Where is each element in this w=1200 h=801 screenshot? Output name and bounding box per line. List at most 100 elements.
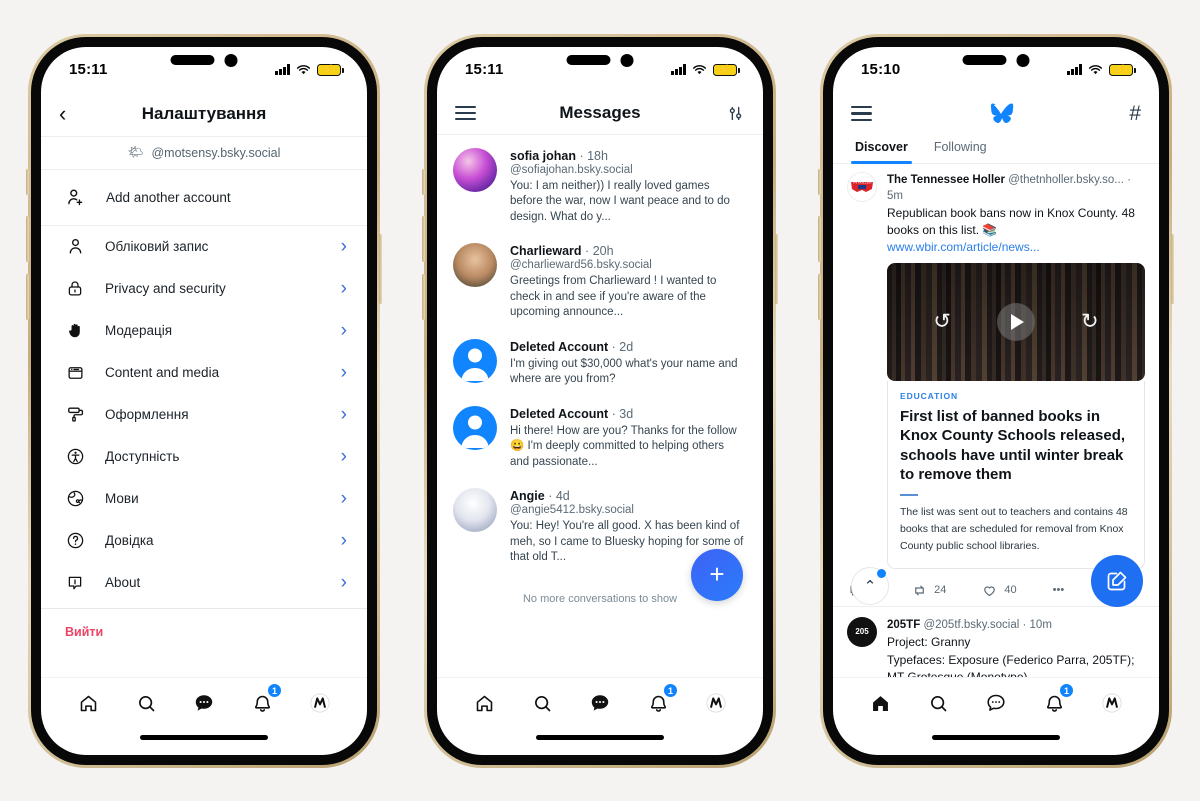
settings-item-help[interactable]: Довідка ›	[41, 520, 367, 562]
add-another-account-row[interactable]: Add another account	[41, 170, 367, 226]
forward-icon[interactable]: ↻	[1081, 309, 1099, 334]
back-icon[interactable]: ‹	[59, 103, 66, 125]
compose-post-button[interactable]	[1091, 554, 1143, 607]
speaker-slot	[170, 55, 215, 65]
avatar	[453, 488, 497, 533]
conversation-timestamp: · 20h	[585, 244, 614, 259]
account-handle-row[interactable]: 🌤 @motsensy.bsky.social	[41, 137, 367, 170]
post-author-line: 205TF @205tf.bsky.social · 10m	[887, 618, 1052, 631]
nav-profile[interactable]	[1092, 686, 1132, 720]
feed-post[interactable]: 205 205TF @205tf.bsky.social · 10m Proje…	[833, 605, 1159, 677]
nav-profile[interactable]	[696, 686, 736, 720]
chevron-right-icon: ›	[340, 446, 347, 467]
nav-search[interactable]	[126, 686, 166, 720]
settings-item-content[interactable]: Content and media ›	[41, 352, 367, 394]
power-button[interactable]	[379, 233, 382, 304]
bluesky-butterfly-icon	[990, 103, 1013, 123]
settings-item-account[interactable]: Обліковий запис ›	[41, 226, 367, 268]
new-posts-dot	[877, 568, 886, 578]
settings-item-label: About	[105, 575, 141, 590]
messages-body: sofia johan · 18h @sofiajohan.bsky.socia…	[437, 135, 763, 677]
dynamic-island	[962, 53, 1030, 67]
settings-item-moderation[interactable]: Модерація ›	[41, 310, 367, 352]
conversation-snippet: Greetings from Charlieward ! I wanted to…	[510, 275, 717, 319]
front-camera	[620, 53, 634, 67]
status-bar: 15:11 ⚡	[437, 47, 763, 93]
chevron-up-icon: ⌃	[863, 577, 877, 595]
settings-item-languages[interactable]: Мови ›	[41, 478, 367, 520]
chevron-right-icon: ›	[340, 572, 347, 593]
front-camera	[1016, 53, 1030, 67]
volume-up-button[interactable]	[422, 215, 425, 262]
nav-messages[interactable]	[976, 686, 1016, 720]
mute-switch[interactable]	[26, 168, 29, 195]
nav-search[interactable]	[918, 686, 958, 720]
conversation-item[interactable]: Deleted Account · 3d Hi there! How are y…	[437, 397, 763, 480]
hashtag-icon[interactable]: #	[1129, 103, 1141, 124]
phone3-screen: 15:10 ⚡ # Discover Following TN HOLLER T…	[833, 46, 1159, 755]
nav-home[interactable]	[860, 686, 900, 720]
mute-switch[interactable]	[818, 168, 821, 195]
mute-switch[interactable]	[422, 168, 425, 195]
feed-post[interactable]: TN HOLLER The Tennessee Holler @thetnhol…	[833, 164, 1159, 573]
nav-notifications[interactable]: 1	[1034, 683, 1074, 720]
home-indicator	[437, 729, 763, 755]
nav-messages[interactable]	[184, 686, 224, 720]
volume-up-button[interactable]	[26, 215, 29, 262]
settings-list: Обліковий запис › Privacy and security ›…	[41, 226, 367, 677]
new-message-fab[interactable]: +	[691, 548, 743, 601]
nav-search[interactable]	[522, 686, 562, 720]
volume-up-button[interactable]	[818, 215, 821, 262]
nav-home[interactable]	[68, 686, 108, 720]
scroll-to-top-button[interactable]: ⌃	[851, 566, 889, 605]
rewind-icon[interactable]: ↺	[933, 309, 951, 334]
post-handle: @thetnholler.bsky.so...	[1008, 173, 1124, 186]
conversation-item[interactable]: Deleted Account · 2d I'm giving out $30,…	[437, 330, 763, 397]
accessibility-icon	[65, 447, 85, 466]
post-link[interactable]: www.wbir.com/article/news...	[887, 240, 1040, 254]
question-circle-icon	[65, 531, 85, 550]
volume-down-button[interactable]	[26, 273, 29, 320]
power-button[interactable]	[775, 233, 778, 304]
settings-item-appearance[interactable]: Оформлення ›	[41, 394, 367, 436]
hand-icon	[65, 321, 85, 340]
heart-icon	[984, 586, 996, 596]
play-icon[interactable]	[997, 302, 1035, 341]
settings-item-privacy[interactable]: Privacy and security ›	[41, 268, 367, 310]
repost-icon	[915, 585, 924, 596]
nav-messages[interactable]	[580, 686, 620, 720]
link-card[interactable]: EDUCATION First list of banned books in …	[887, 380, 1145, 569]
wifi-icon	[296, 64, 311, 74]
hamburger-icon[interactable]	[851, 106, 872, 121]
conversation-item[interactable]: sofia johan · 18h @sofiajohan.bsky.socia…	[437, 139, 763, 235]
tab-following[interactable]: Following	[932, 135, 989, 163]
messages-header: Messages	[437, 93, 763, 135]
nav-home[interactable]	[464, 686, 504, 720]
nav-notifications[interactable]: 1	[638, 683, 678, 720]
hamburger-icon[interactable]	[455, 105, 476, 121]
settings-item-accessibility[interactable]: Доступність ›	[41, 436, 367, 478]
paint-roller-icon	[65, 405, 85, 424]
nav-profile[interactable]	[300, 686, 340, 720]
logout-button[interactable]: Вийти	[41, 609, 367, 639]
volume-down-button[interactable]	[422, 273, 425, 320]
volume-down-button[interactable]	[818, 273, 821, 320]
like-action[interactable]: 40	[982, 583, 1017, 598]
nav-notifications[interactable]: 1	[242, 683, 282, 720]
post-video[interactable]: ↺ ↻	[887, 262, 1145, 381]
settings-item-about[interactable]: About ›	[41, 562, 367, 604]
more-action[interactable]: •••	[1053, 584, 1065, 596]
tab-discover[interactable]: Discover	[851, 135, 912, 164]
sliders-icon[interactable]	[726, 104, 745, 123]
add-another-account-label: Add another account	[106, 189, 231, 205]
status-time: 15:11	[69, 61, 108, 78]
profile-avatar-icon	[310, 693, 330, 713]
conversation-item[interactable]: Charlieward · 20h @charlieward56.bsky.so…	[437, 234, 763, 330]
home-indicator	[833, 729, 1159, 755]
power-button[interactable]	[1171, 233, 1174, 304]
bottom-nav: 1	[833, 676, 1159, 729]
wifi-icon	[1088, 64, 1103, 74]
post-line: Typefaces: Exposure (Federico Parra, 205…	[887, 652, 1135, 677]
repost-action[interactable]: 24	[912, 583, 946, 598]
conversation-snippet: I'm giving out $30,000 what's your name …	[510, 357, 738, 386]
